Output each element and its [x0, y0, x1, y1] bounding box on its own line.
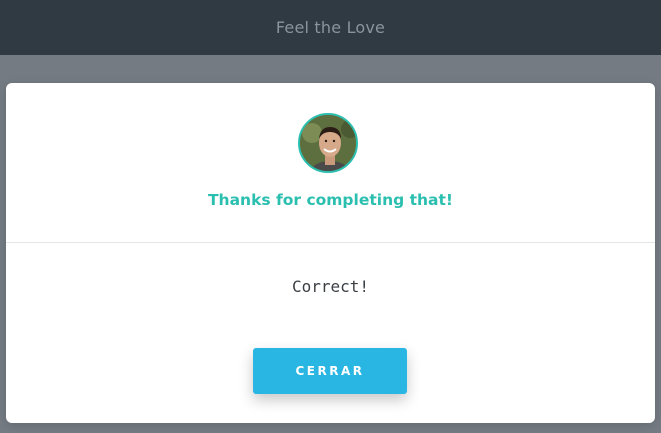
- completion-dialog: Thanks for completing that! Correct! CER…: [6, 83, 655, 423]
- result-message: Correct!: [291, 277, 370, 296]
- success-headline: Thanks for completing that!: [207, 191, 453, 209]
- avatar-photo: [300, 115, 356, 171]
- divider: [6, 242, 655, 243]
- page-title: Feel the Love: [275, 18, 386, 37]
- top-bar: Feel the Love: [0, 0, 661, 55]
- avatar: [298, 113, 358, 173]
- close-button[interactable]: CERRAR: [253, 348, 407, 394]
